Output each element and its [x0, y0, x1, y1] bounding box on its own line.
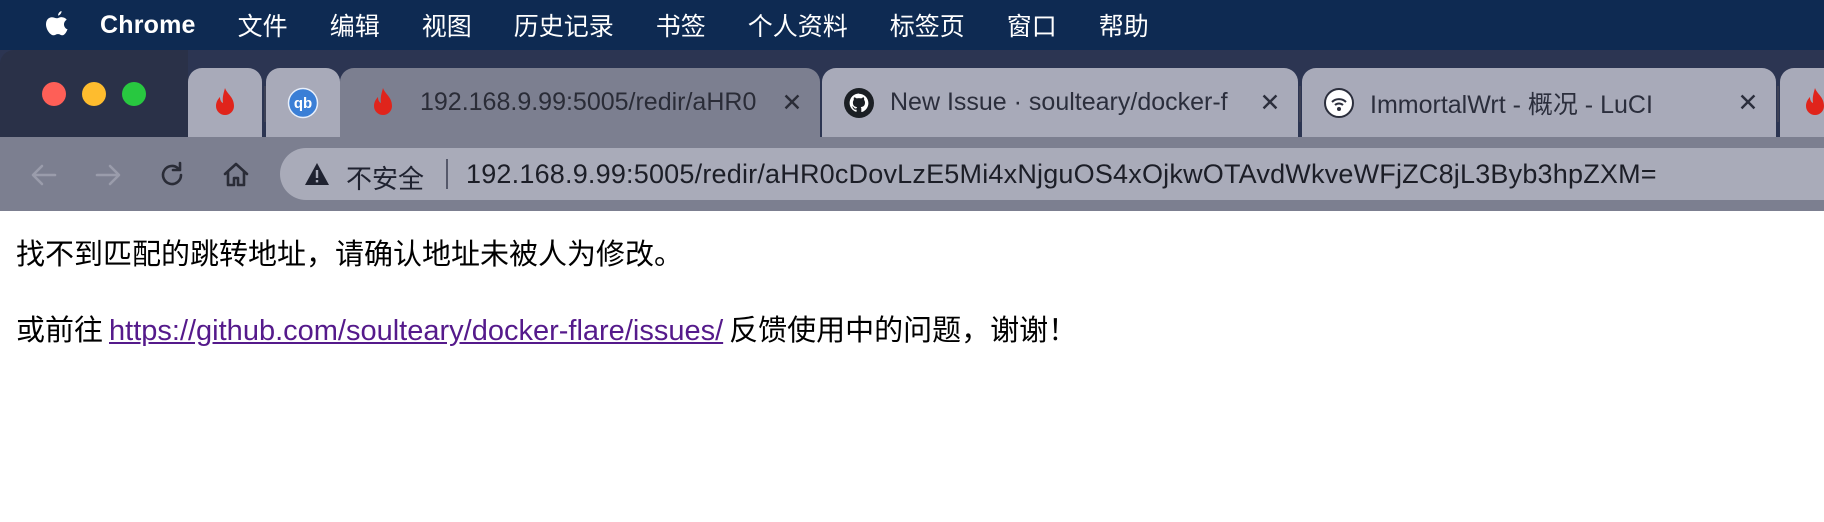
- flame-icon: [366, 86, 400, 120]
- tab-immortalwrt-luci[interactable]: ImmortalWrt - 概况 - LuCI ✕: [1302, 68, 1776, 137]
- url-text[interactable]: 192.168.9.99:5005/redir/aHR0cDovLzE5Mi4x…: [466, 159, 1657, 190]
- qbittorrent-icon: qb: [286, 86, 320, 120]
- apple-icon[interactable]: [42, 8, 72, 42]
- tab-title: 192.168.9.99:5005/redir/aHR0: [420, 88, 757, 116]
- svg-text:qb: qb: [294, 95, 312, 112]
- tab-overflow-flare[interactable]: [1780, 68, 1824, 137]
- tab-title: ImmortalWrt - 概况 - LuCI: [1370, 90, 1653, 119]
- tab-strip: qb 192.168.9.99:5005/redir/aHR0 ✕ New Is…: [0, 50, 1824, 137]
- tab-active-redirect[interactable]: 192.168.9.99:5005/redir/aHR0 ✕: [340, 68, 820, 137]
- page-content: 找不到匹配的跳转地址，请确认地址未被人为修改。 或前往 https://githu…: [0, 211, 1824, 522]
- minimize-window-button[interactable]: [82, 82, 106, 106]
- feedback-prefix: 或前往: [16, 315, 104, 347]
- tab-github-new-issue[interactable]: New Issue · soulteary/docker-f ✕: [822, 68, 1298, 137]
- close-tab-icon[interactable]: ✕: [1734, 89, 1762, 117]
- menu-window[interactable]: 窗口: [1007, 7, 1057, 43]
- fullscreen-window-button[interactable]: [122, 82, 146, 106]
- tab-separator: [1299, 86, 1301, 122]
- address-bar[interactable]: 不安全 192.168.9.99:5005/redir/aHR0cDovLzE5…: [280, 148, 1824, 200]
- reload-icon[interactable]: [152, 155, 192, 195]
- browser-toolbar: 不安全 192.168.9.99:5005/redir/aHR0cDovLzE5…: [0, 137, 1824, 211]
- menu-bookmarks[interactable]: 书签: [656, 7, 706, 43]
- menu-edit[interactable]: 编辑: [330, 7, 380, 43]
- router-icon: [1322, 86, 1356, 120]
- flame-icon: [1798, 86, 1824, 120]
- menu-view[interactable]: 视图: [422, 7, 472, 43]
- window-controls: [0, 50, 188, 137]
- tab-pinned-flare[interactable]: [188, 68, 262, 137]
- close-window-button[interactable]: [42, 82, 66, 106]
- menu-help[interactable]: 帮助: [1099, 7, 1149, 43]
- address-bar-divider: [446, 159, 448, 189]
- menu-history[interactable]: 历史记录: [514, 7, 614, 43]
- feedback-line: 或前往 https://github.com/soulteary/docker-f…: [16, 307, 1077, 349]
- menu-tab[interactable]: 标签页: [890, 7, 965, 43]
- menu-file[interactable]: 文件: [238, 7, 288, 43]
- tab-pinned-qbittorrent[interactable]: qb: [266, 68, 340, 137]
- close-tab-icon[interactable]: ✕: [778, 89, 806, 117]
- tab-title: New Issue · soulteary/docker-f: [890, 88, 1228, 116]
- security-status-label[interactable]: 不安全: [346, 159, 424, 196]
- github-icon: [842, 86, 876, 120]
- warning-triangle-icon[interactable]: [304, 162, 330, 186]
- close-tab-icon[interactable]: ✕: [1256, 89, 1284, 117]
- menu-app-name[interactable]: Chrome: [100, 11, 196, 40]
- menu-profiles[interactable]: 个人资料: [748, 7, 848, 43]
- error-message: 找不到匹配的跳转地址，请确认地址未被人为修改。: [16, 239, 684, 271]
- macos-menu-bar: Chrome 文件 编辑 视图 历史记录 书签 个人资料 标签页 窗口 帮助: [0, 0, 1824, 50]
- back-arrow-icon[interactable]: [24, 155, 64, 195]
- forward-arrow-icon[interactable]: [88, 155, 128, 195]
- feedback-suffix: 反馈使用中的问题，谢谢！: [729, 315, 1078, 347]
- github-issues-link[interactable]: https://github.com/soulteary/docker-flar…: [109, 315, 723, 347]
- flame-icon: [208, 86, 242, 120]
- tab-separator: [1777, 86, 1779, 122]
- home-icon[interactable]: [216, 155, 256, 195]
